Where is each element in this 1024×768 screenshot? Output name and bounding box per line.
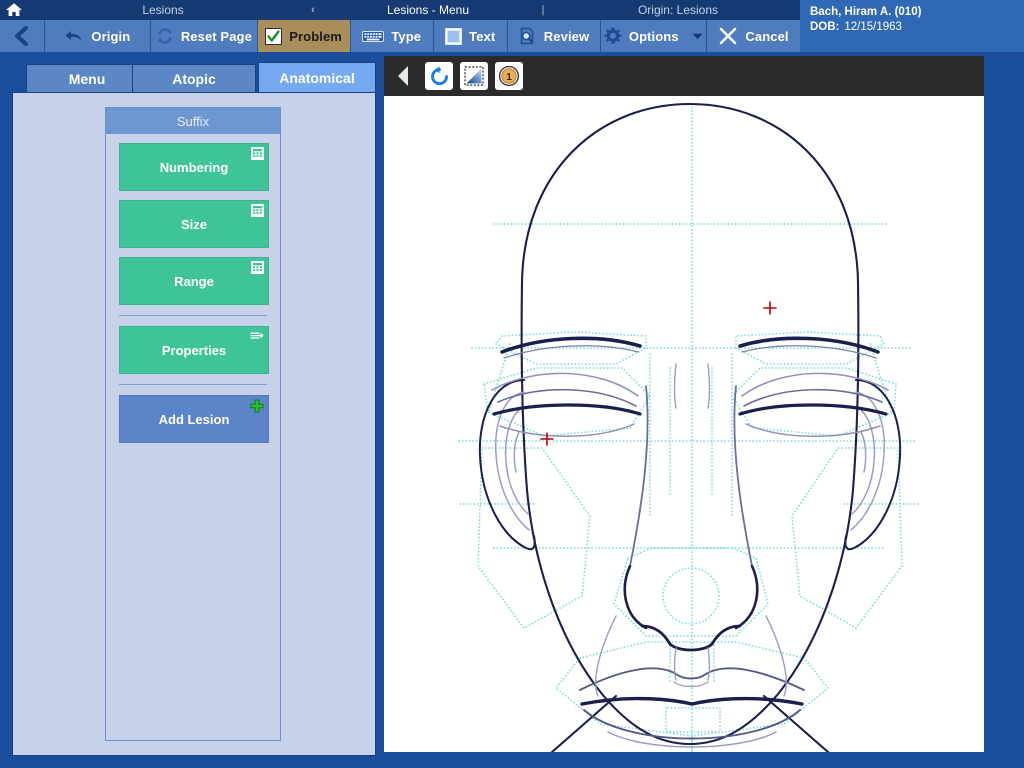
back-button[interactable]	[0, 20, 45, 52]
review-button[interactable]: Review	[507, 20, 601, 52]
size-cell: Size	[119, 200, 269, 248]
titlebar-segment-menu: Lesions - Menu	[386, 3, 470, 17]
plus-green-icon	[250, 399, 264, 413]
rotate-ccw-icon[interactable]	[425, 62, 453, 90]
size-label: Size	[180, 216, 207, 232]
origin-button[interactable]: Origin	[44, 20, 152, 52]
ear-detail	[495, 391, 885, 531]
refresh-icon	[156, 27, 174, 45]
panel-body: Suffix Numbering Size Range Properties A…	[12, 92, 376, 756]
properties-cell: Properties	[119, 315, 269, 374]
home-icon[interactable]	[0, 3, 28, 17]
cancel-label: Cancel	[745, 28, 789, 44]
arrow-right-icon	[250, 330, 264, 341]
cancel-button[interactable]: Cancel	[707, 20, 800, 52]
titlebar-divider: |	[541, 4, 545, 16]
suffix-group: Suffix Numbering Size Range Properties A…	[105, 107, 281, 741]
document-search-icon	[518, 27, 537, 46]
note-square-icon	[445, 27, 463, 45]
tab-atopic-label: Atopic	[172, 70, 216, 87]
origin-label: Origin	[91, 28, 131, 44]
tab-menu[interactable]: Menu	[26, 64, 148, 92]
reset-page-label: Reset Page	[180, 28, 252, 44]
numbering-cell: Numbering	[119, 143, 269, 191]
checkbox-checked-icon	[265, 27, 283, 45]
gear-icon	[604, 27, 622, 45]
numbering-label: Numbering	[159, 159, 229, 175]
titlebar-segment-lesions: Lesions	[142, 3, 184, 17]
face-outline	[520, 102, 860, 752]
range-label: Range	[174, 273, 214, 289]
region-guides	[458, 103, 921, 752]
options-button[interactable]: Options	[600, 20, 708, 52]
add-lesion-cell: Add Lesion	[119, 384, 269, 443]
keyboard-icon	[362, 29, 385, 43]
page-number-icon[interactable]: 1	[495, 62, 523, 90]
titlebar-segment-origin: Origin: Lesions	[637, 3, 719, 17]
review-label: Review	[543, 28, 590, 44]
tab-anatomical[interactable]: Anatomical	[258, 62, 376, 92]
patient-banner: Bach, Hiram A. (010) DOB: 12/15/1963	[800, 0, 1024, 52]
add-lesion-button[interactable]: Add Lesion	[119, 395, 269, 443]
text-button[interactable]: Text	[433, 20, 508, 52]
type-button[interactable]: Type	[350, 20, 434, 52]
properties-button[interactable]: Properties	[119, 326, 269, 374]
image-panel: 1	[384, 56, 1020, 758]
suffix-group-title: Suffix	[106, 108, 280, 134]
numbering-button[interactable]: Numbering	[119, 143, 269, 191]
face-contours	[595, 363, 787, 697]
contrast-icon[interactable]	[460, 62, 488, 90]
nose	[623, 385, 759, 652]
lesion-marker[interactable]	[763, 301, 777, 315]
tab-bar: Menu Atopic Anatomical	[4, 62, 376, 92]
properties-label: Properties	[161, 342, 227, 358]
anatomical-diagram-canvas[interactable]	[384, 96, 984, 752]
image-toolbar: 1	[384, 56, 984, 96]
face-diagram-svg	[458, 102, 921, 752]
calculator-icon	[251, 147, 264, 160]
tab-menu-label: Menu	[68, 70, 106, 87]
application-window: Lesions ‹ Lesions - Menu | Origin: Lesio…	[0, 0, 1024, 768]
type-label: Type	[391, 28, 422, 44]
titlebar-chevron: ‹	[311, 4, 315, 16]
text-label: Text	[469, 28, 496, 44]
patient-dob-label: DOB:	[810, 21, 840, 33]
eyes	[491, 336, 889, 437]
reset-page-button[interactable]: Reset Page	[151, 20, 258, 52]
range-button[interactable]: Range	[119, 257, 269, 305]
left-panel: Menu Atopic Anatomical Suffix Numbering …	[4, 62, 376, 760]
problem-button[interactable]: Problem	[257, 20, 351, 52]
tab-anatomical-label: Anatomical	[279, 69, 355, 86]
problem-label: Problem	[289, 28, 342, 44]
triangle-left-icon[interactable]	[390, 61, 416, 91]
range-cell: Range	[119, 257, 269, 305]
calculator-icon	[251, 261, 264, 274]
suffix-button-list: Numbering Size Range Properties Add Lesi…	[106, 134, 280, 443]
page-number-text: 1	[506, 71, 512, 83]
options-label: Options	[628, 28, 679, 44]
close-x-icon	[718, 26, 738, 46]
tab-atopic[interactable]: Atopic	[132, 64, 256, 92]
patient-dob: DOB: 12/15/1963	[810, 20, 1024, 35]
patient-dob-value: 12/15/1963	[844, 21, 902, 33]
patient-name: Bach, Hiram A. (010)	[810, 6, 922, 18]
size-button[interactable]: Size	[119, 200, 269, 248]
chevron-down-icon[interactable]	[692, 33, 703, 40]
calculator-icon	[251, 204, 264, 217]
main-toolbar: Origin Reset Page Problem Type Text Revi…	[0, 20, 800, 52]
add-lesion-label: Add Lesion	[158, 411, 230, 427]
undo-arrow-icon	[64, 28, 84, 44]
